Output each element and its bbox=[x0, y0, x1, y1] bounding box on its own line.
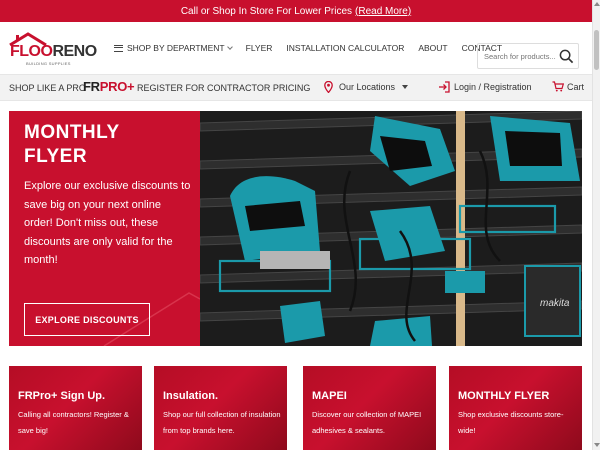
card-text: Calling all contractors! Register & save… bbox=[18, 410, 129, 435]
site-logo[interactable]: FLOORENO BUILDING SUPPLIES bbox=[8, 32, 97, 66]
our-locations-dropdown[interactable]: Our Locations bbox=[324, 81, 409, 93]
hero-text-panel: MONTHLY FLYER Explore our exclusive disc… bbox=[9, 111, 200, 346]
chevron-down-icon bbox=[226, 43, 233, 50]
search-icon[interactable] bbox=[559, 49, 574, 64]
main-nav: SHOP BY DEPARTMENT FLYER INSTALLATION CA… bbox=[114, 22, 516, 74]
card-text: Discover our collection of MAPEI adhesiv… bbox=[312, 410, 422, 435]
hero-banner: MONTHLY FLYER Explore our exclusive disc… bbox=[9, 111, 582, 346]
hero-title: MONTHLY FLYER bbox=[24, 122, 120, 167]
promo-cards: FRPro+ Sign Up. Calling all contractors!… bbox=[9, 366, 582, 450]
power-tools-photo: makita bbox=[200, 111, 582, 346]
login-registration-link[interactable]: Login / Registration bbox=[438, 81, 532, 93]
promo-read-more-link[interactable]: (Read More) bbox=[355, 6, 411, 17]
location-pin-icon bbox=[324, 81, 333, 93]
hero-description: Explore our exclusive discounts to save … bbox=[24, 180, 191, 267]
frpro-logo[interactable]: FRPRO+ bbox=[83, 79, 135, 94]
logo-wordmark: FLOORENO bbox=[10, 43, 97, 60]
shop-like-a-pro-text: SHOP LIKE A PRO bbox=[9, 83, 86, 93]
nav-about[interactable]: ABOUT bbox=[418, 43, 447, 53]
card-title: MONTHLY FLYER bbox=[458, 390, 550, 402]
card-title: MAPEI bbox=[312, 390, 347, 402]
search-box bbox=[477, 43, 579, 69]
nav-installation-calculator[interactable]: INSTALLATION CALCULATOR bbox=[286, 43, 404, 53]
scroll-down-icon[interactable] bbox=[594, 443, 600, 447]
logo-tagline: BUILDING SUPPLIES bbox=[26, 61, 71, 66]
site-header: FLOORENO BUILDING SUPPLIES SHOP BY DEPAR… bbox=[0, 22, 592, 74]
hamburger-icon bbox=[114, 44, 123, 52]
hero-image-power-tools: makita bbox=[200, 111, 582, 346]
explore-discounts-button[interactable]: EXPLORE DISCOUNTS bbox=[24, 303, 150, 336]
nav-shop-by-department[interactable]: SHOP BY DEPARTMENT bbox=[114, 43, 233, 53]
promo-text: Call or Shop In Store For Lower Prices bbox=[180, 5, 353, 17]
cart-link[interactable]: Cart bbox=[552, 81, 584, 92]
card-text: Shop our full collection of insulation f… bbox=[163, 410, 281, 435]
card-title: Insulation. bbox=[163, 390, 218, 402]
promo-card-insulation[interactable]: Insulation. Shop our full collection of … bbox=[154, 366, 287, 450]
promo-card-frpro[interactable]: FRPro+ Sign Up. Calling all contractors!… bbox=[9, 366, 142, 450]
makita-brand-text: makita bbox=[540, 298, 570, 309]
card-text: Shop exclusive discounts store-wide! bbox=[458, 410, 564, 435]
search-input[interactable] bbox=[478, 51, 556, 61]
contractor-bar: SHOP LIKE A PRO FRPRO+ REGISTER FOR CONT… bbox=[0, 74, 592, 101]
promo-bar: Call or Shop In Store For Lower Prices (… bbox=[0, 0, 592, 22]
caret-down-icon bbox=[402, 85, 409, 89]
promo-card-monthly-flyer[interactable]: MONTHLY FLYER Shop exclusive discounts s… bbox=[449, 366, 582, 450]
scrollbar-thumb[interactable] bbox=[594, 30, 599, 70]
scroll-up-icon[interactable] bbox=[594, 2, 600, 6]
cart-icon bbox=[552, 81, 564, 92]
promo-card-mapei[interactable]: MAPEI Discover our collection of MAPEI a… bbox=[303, 366, 436, 450]
login-icon bbox=[439, 81, 450, 93]
register-contractor-link[interactable]: REGISTER FOR CONTRACTOR PRICING bbox=[137, 83, 310, 93]
card-title: FRPro+ Sign Up. bbox=[18, 390, 106, 402]
nav-flyer[interactable]: FLYER bbox=[246, 43, 273, 53]
page-scrollbar[interactable] bbox=[592, 0, 600, 450]
